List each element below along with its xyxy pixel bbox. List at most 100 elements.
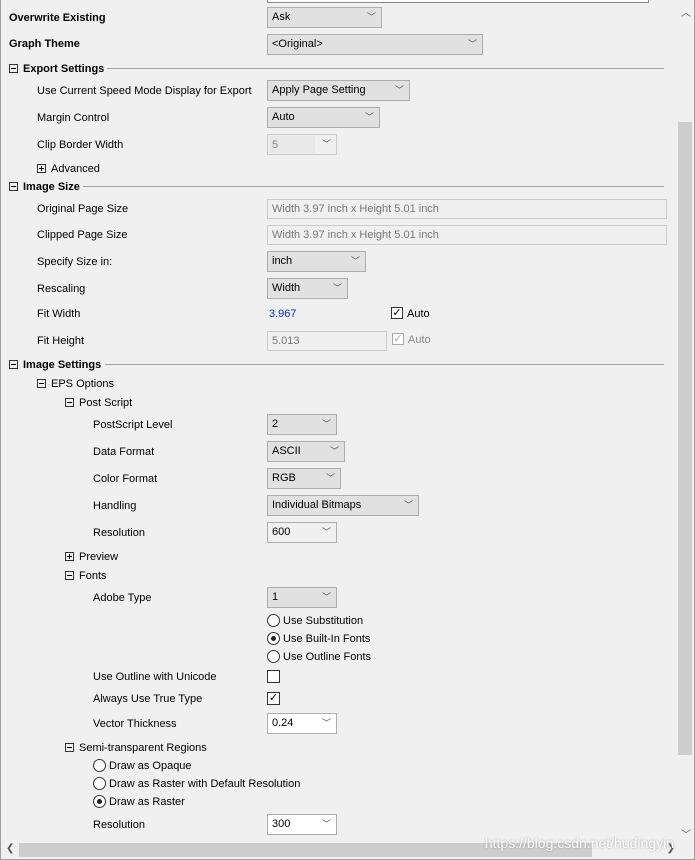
vector-thickness-value: 0.24	[272, 717, 294, 729]
fit-width-auto-checkbox[interactable]: ✓ Auto	[391, 304, 430, 324]
radio-selected-icon[interactable]	[267, 631, 280, 645]
graph-theme-label: Graph Theme	[9, 38, 80, 50]
semi-resolution-label: Resolution	[93, 819, 145, 831]
margin-label: Margin Control	[37, 112, 110, 124]
checkbox-checked-icon[interactable]: ✓	[391, 307, 403, 320]
scroll-down-icon[interactable]: ﹀	[681, 826, 691, 841]
preview-node[interactable]: Preview	[65, 547, 118, 567]
margin-select[interactable]: Auto ﹀	[267, 107, 380, 128]
radio-label: Draw as Opaque	[109, 760, 192, 772]
vertical-scroll-thumb[interactable]	[678, 122, 692, 755]
adobe-type-label: Adobe Type	[93, 592, 152, 604]
eps-options-node[interactable]: EPS Options	[37, 374, 114, 394]
semi-transparent-node[interactable]: Semi-transparent Regions	[65, 738, 207, 758]
eps-label: EPS Options	[51, 378, 114, 390]
clipped-size-label: Clipped Page Size	[37, 229, 128, 241]
collapse-icon[interactable]	[65, 397, 74, 407]
ps-resolution-select[interactable]: 600 ﹀	[267, 522, 337, 543]
fit-width-value[interactable]: 3.967	[269, 304, 297, 324]
vector-thickness-select[interactable]: 0.24 ﹀	[267, 713, 337, 734]
clip-border-label: Clip Border Width	[37, 139, 124, 151]
collapse-icon[interactable]	[37, 378, 46, 388]
chevron-down-icon: ﹀	[394, 85, 404, 95]
radio-draw-raster[interactable]: Draw as Raster	[93, 792, 185, 812]
collapse-icon[interactable]	[65, 570, 74, 580]
graph-theme-value: <Original>	[272, 38, 323, 50]
ps-level-label: PostScript Level	[93, 419, 173, 431]
postscript-label: Post Script	[79, 397, 133, 409]
speed-mode-label: Use Current Speed Mode Display for Expor…	[37, 85, 252, 97]
fit-width-label: Fit Width	[37, 308, 81, 320]
specify-size-label: Specify Size in:	[37, 256, 113, 268]
input-partial[interactable]	[267, 0, 649, 3]
ps-level-select[interactable]: 2 ﹀	[267, 414, 337, 435]
chevron-down-icon: ﹀	[364, 112, 374, 122]
true-type-checkbox[interactable]: ✓	[267, 689, 284, 709]
auto-label: Auto	[408, 334, 431, 346]
divider	[107, 68, 664, 69]
handling-value: Individual Bitmaps	[272, 499, 362, 511]
color-format-value: RGB	[272, 472, 296, 484]
chevron-down-icon: ﹀	[321, 139, 331, 149]
scroll-left-icon[interactable]: ❮	[6, 843, 14, 854]
radio-selected-icon[interactable]	[93, 794, 106, 808]
checkbox-icon[interactable]	[267, 669, 280, 683]
checkbox-checked-icon[interactable]: ✓	[267, 691, 280, 705]
fonts-label: Fonts	[79, 570, 107, 582]
vertical-scrollbar[interactable]: ︿ ﹀	[677, 0, 693, 843]
speed-mode-select[interactable]: Apply Page Setting ﹀	[267, 80, 410, 101]
outline-unicode-checkbox[interactable]	[267, 667, 284, 687]
clip-border-select[interactable]: 5 ﹀	[267, 134, 337, 155]
divider	[83, 186, 664, 187]
chevron-down-icon: ﹀	[329, 446, 339, 456]
fonts-node[interactable]: Fonts	[65, 566, 107, 586]
semi-resolution-value: 300	[272, 818, 291, 830]
color-format-label: Color Format	[93, 473, 158, 485]
radio-icon[interactable]	[267, 613, 280, 627]
color-format-select[interactable]: RGB ﹀	[267, 468, 341, 489]
image-settings-header[interactable]: Image Settings	[9, 355, 101, 375]
radio-icon[interactable]	[267, 649, 280, 663]
scroll-up-icon[interactable]: ︿	[681, 4, 691, 19]
vector-thickness-label: Vector Thickness	[93, 718, 177, 730]
radio-label: Draw as Raster	[109, 796, 185, 808]
specify-size-value: inch	[272, 255, 293, 267]
image-size-header[interactable]: Image Size	[9, 177, 80, 197]
postscript-node[interactable]: Post Script	[65, 393, 132, 413]
clipped-size-field: Width 3.97 inch x Height 5.01 inch	[267, 225, 667, 245]
radio-icon[interactable]	[93, 776, 106, 790]
settings-panel: Overwrite Existing Ask ﹀ Graph Theme <Ori…	[0, 0, 695, 860]
collapse-icon[interactable]	[65, 742, 74, 752]
collapse-icon[interactable]	[9, 181, 18, 191]
overwrite-select[interactable]: Ask ﹀	[267, 7, 382, 28]
ps-level-value: 2	[272, 418, 279, 430]
advanced-node[interactable]: Advanced	[37, 159, 100, 179]
radio-use-outline-fonts[interactable]: Use Outline Fonts	[267, 647, 371, 667]
divider	[105, 364, 664, 365]
chevron-down-icon: ﹀	[350, 256, 360, 266]
rescaling-label: Rescaling	[37, 283, 86, 295]
graph-theme-select[interactable]: <Original> ﹀	[267, 34, 483, 55]
semi-resolution-select[interactable]: 300 ﹀	[267, 814, 337, 835]
data-format-select[interactable]: ASCII ﹀	[267, 441, 345, 462]
adobe-type-select[interactable]: 1 ﹀	[267, 587, 337, 608]
radio-draw-raster-default[interactable]: Draw as Raster with Default Resolution	[93, 774, 300, 794]
expand-icon[interactable]	[37, 163, 46, 173]
radio-icon[interactable]	[93, 758, 106, 772]
ps-resolution-label: Resolution	[93, 527, 145, 539]
radio-draw-opaque[interactable]: Draw as Opaque	[93, 756, 192, 776]
export-settings-header[interactable]: Export Settings	[9, 59, 104, 79]
adobe-type-value: 1	[272, 591, 279, 603]
rescaling-select[interactable]: Width ﹀	[267, 278, 348, 299]
true-type-label: Always Use True Type	[93, 693, 203, 705]
semi-label: Semi-transparent Regions	[79, 742, 207, 754]
collapse-icon[interactable]	[9, 63, 18, 73]
radio-label: Use Substitution	[283, 615, 364, 627]
handling-select[interactable]: Individual Bitmaps ﹀	[267, 495, 419, 516]
radio-use-built-in-fonts[interactable]: Use Built-In Fonts	[267, 629, 370, 649]
expand-icon[interactable]	[65, 551, 74, 561]
collapse-icon[interactable]	[9, 359, 18, 369]
radio-use-substitution[interactable]: Use Substitution	[267, 611, 363, 631]
specify-size-select[interactable]: inch ﹀	[267, 251, 366, 272]
chevron-down-icon: ﹀	[332, 283, 342, 293]
